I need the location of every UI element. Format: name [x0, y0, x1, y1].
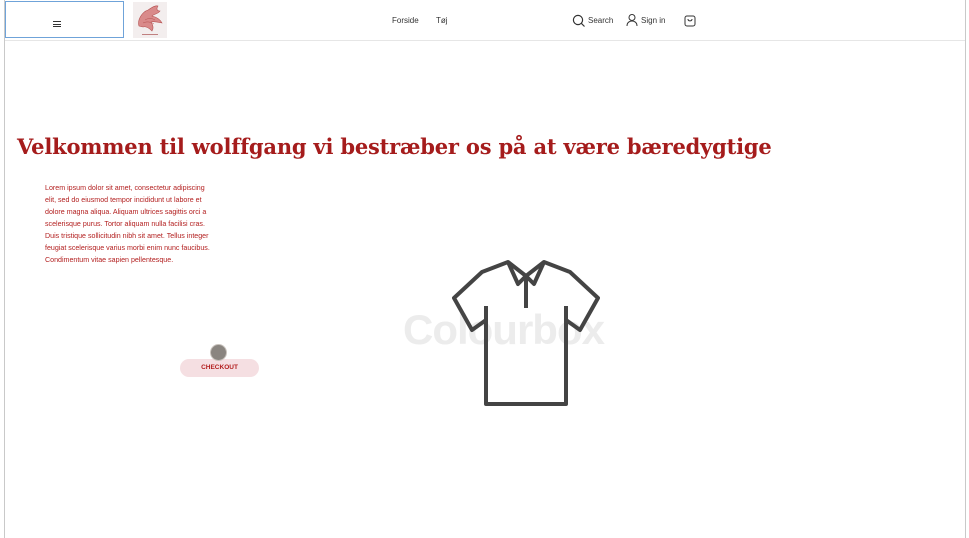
- site-header: Forside Tøj Search Sign in: [5, 0, 965, 41]
- product-image: [400, 254, 650, 414]
- page-frame: Forside Tøj Search Sign in Velkommen til…: [4, 0, 966, 538]
- menu-toggle-button[interactable]: [5, 1, 124, 38]
- cart-button[interactable]: [683, 13, 697, 32]
- user-icon: [626, 14, 638, 27]
- nav-link-clothes[interactable]: Tøj: [436, 16, 448, 25]
- nav-link-home[interactable]: Forside: [392, 16, 419, 25]
- page-title: Velkommen til wolffgang vi bestræber os …: [17, 134, 772, 159]
- hamburger-icon: [53, 21, 61, 27]
- polo-shirt-icon: [452, 260, 600, 406]
- search-label: Search: [588, 16, 614, 25]
- intro-paragraph: Lorem ipsum dolor sit amet, consectetur …: [45, 184, 210, 264]
- site-logo[interactable]: [133, 2, 167, 38]
- checkout-button[interactable]: CHECKOUT: [180, 359, 259, 377]
- shopping-bag-icon: [684, 15, 696, 27]
- search-icon: [572, 14, 585, 27]
- sign-in-label: Sign in: [641, 16, 666, 25]
- checkout-label: CHECKOUT: [201, 364, 238, 371]
- checkout-button-icon[interactable]: [210, 344, 227, 361]
